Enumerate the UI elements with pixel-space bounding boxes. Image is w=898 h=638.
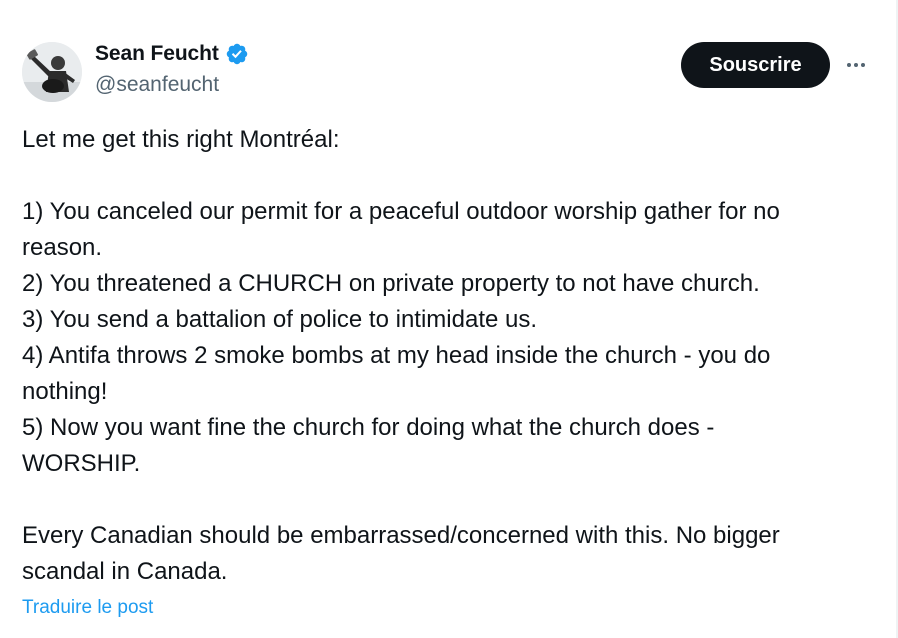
tweet-line: 1) You canceled our permit for a peacefu… — [22, 198, 780, 225]
avatar[interactable] — [22, 42, 82, 102]
tweet-text: Let me get this right Montréal: 1) You ca… — [22, 122, 882, 590]
tweet-line: nothing! — [22, 378, 108, 405]
tweet-line: 5) Now you want fine the church for doin… — [22, 414, 715, 441]
author-handle[interactable]: @seanfeucht — [95, 73, 219, 97]
tweet-line: Let me get this right Montréal: — [22, 126, 340, 153]
tweet-line: 3) You send a battalion of police to int… — [22, 306, 538, 333]
translate-post-link[interactable]: Traduire le post — [22, 597, 153, 619]
verified-badge-icon[interactable] — [225, 42, 249, 66]
tweet-line: reason. — [22, 234, 103, 261]
tweet-line: 2) You threatened a CHURCH on private pr… — [22, 270, 760, 297]
more-dot — [847, 63, 851, 67]
avatar-image — [22, 42, 82, 102]
tweet-line: scandal in Canada. — [22, 558, 228, 585]
more-dot — [861, 63, 865, 67]
tweet-card: Sean Feucht @seanfeucht Souscrire Let me… — [0, 0, 898, 638]
more-options-icon[interactable] — [840, 50, 872, 80]
author-name[interactable]: Sean Feucht — [95, 42, 219, 66]
author-name-row: Sean Feucht — [95, 42, 249, 66]
subscribe-button[interactable]: Souscrire — [681, 42, 830, 88]
tweet-line: 4) Antifa throws 2 smoke bombs at my hea… — [22, 342, 771, 369]
tweet-line: WORSHIP. — [22, 450, 141, 477]
more-dot — [854, 63, 858, 67]
tweet-line: Every Canadian should be embarrassed/con… — [22, 522, 780, 549]
